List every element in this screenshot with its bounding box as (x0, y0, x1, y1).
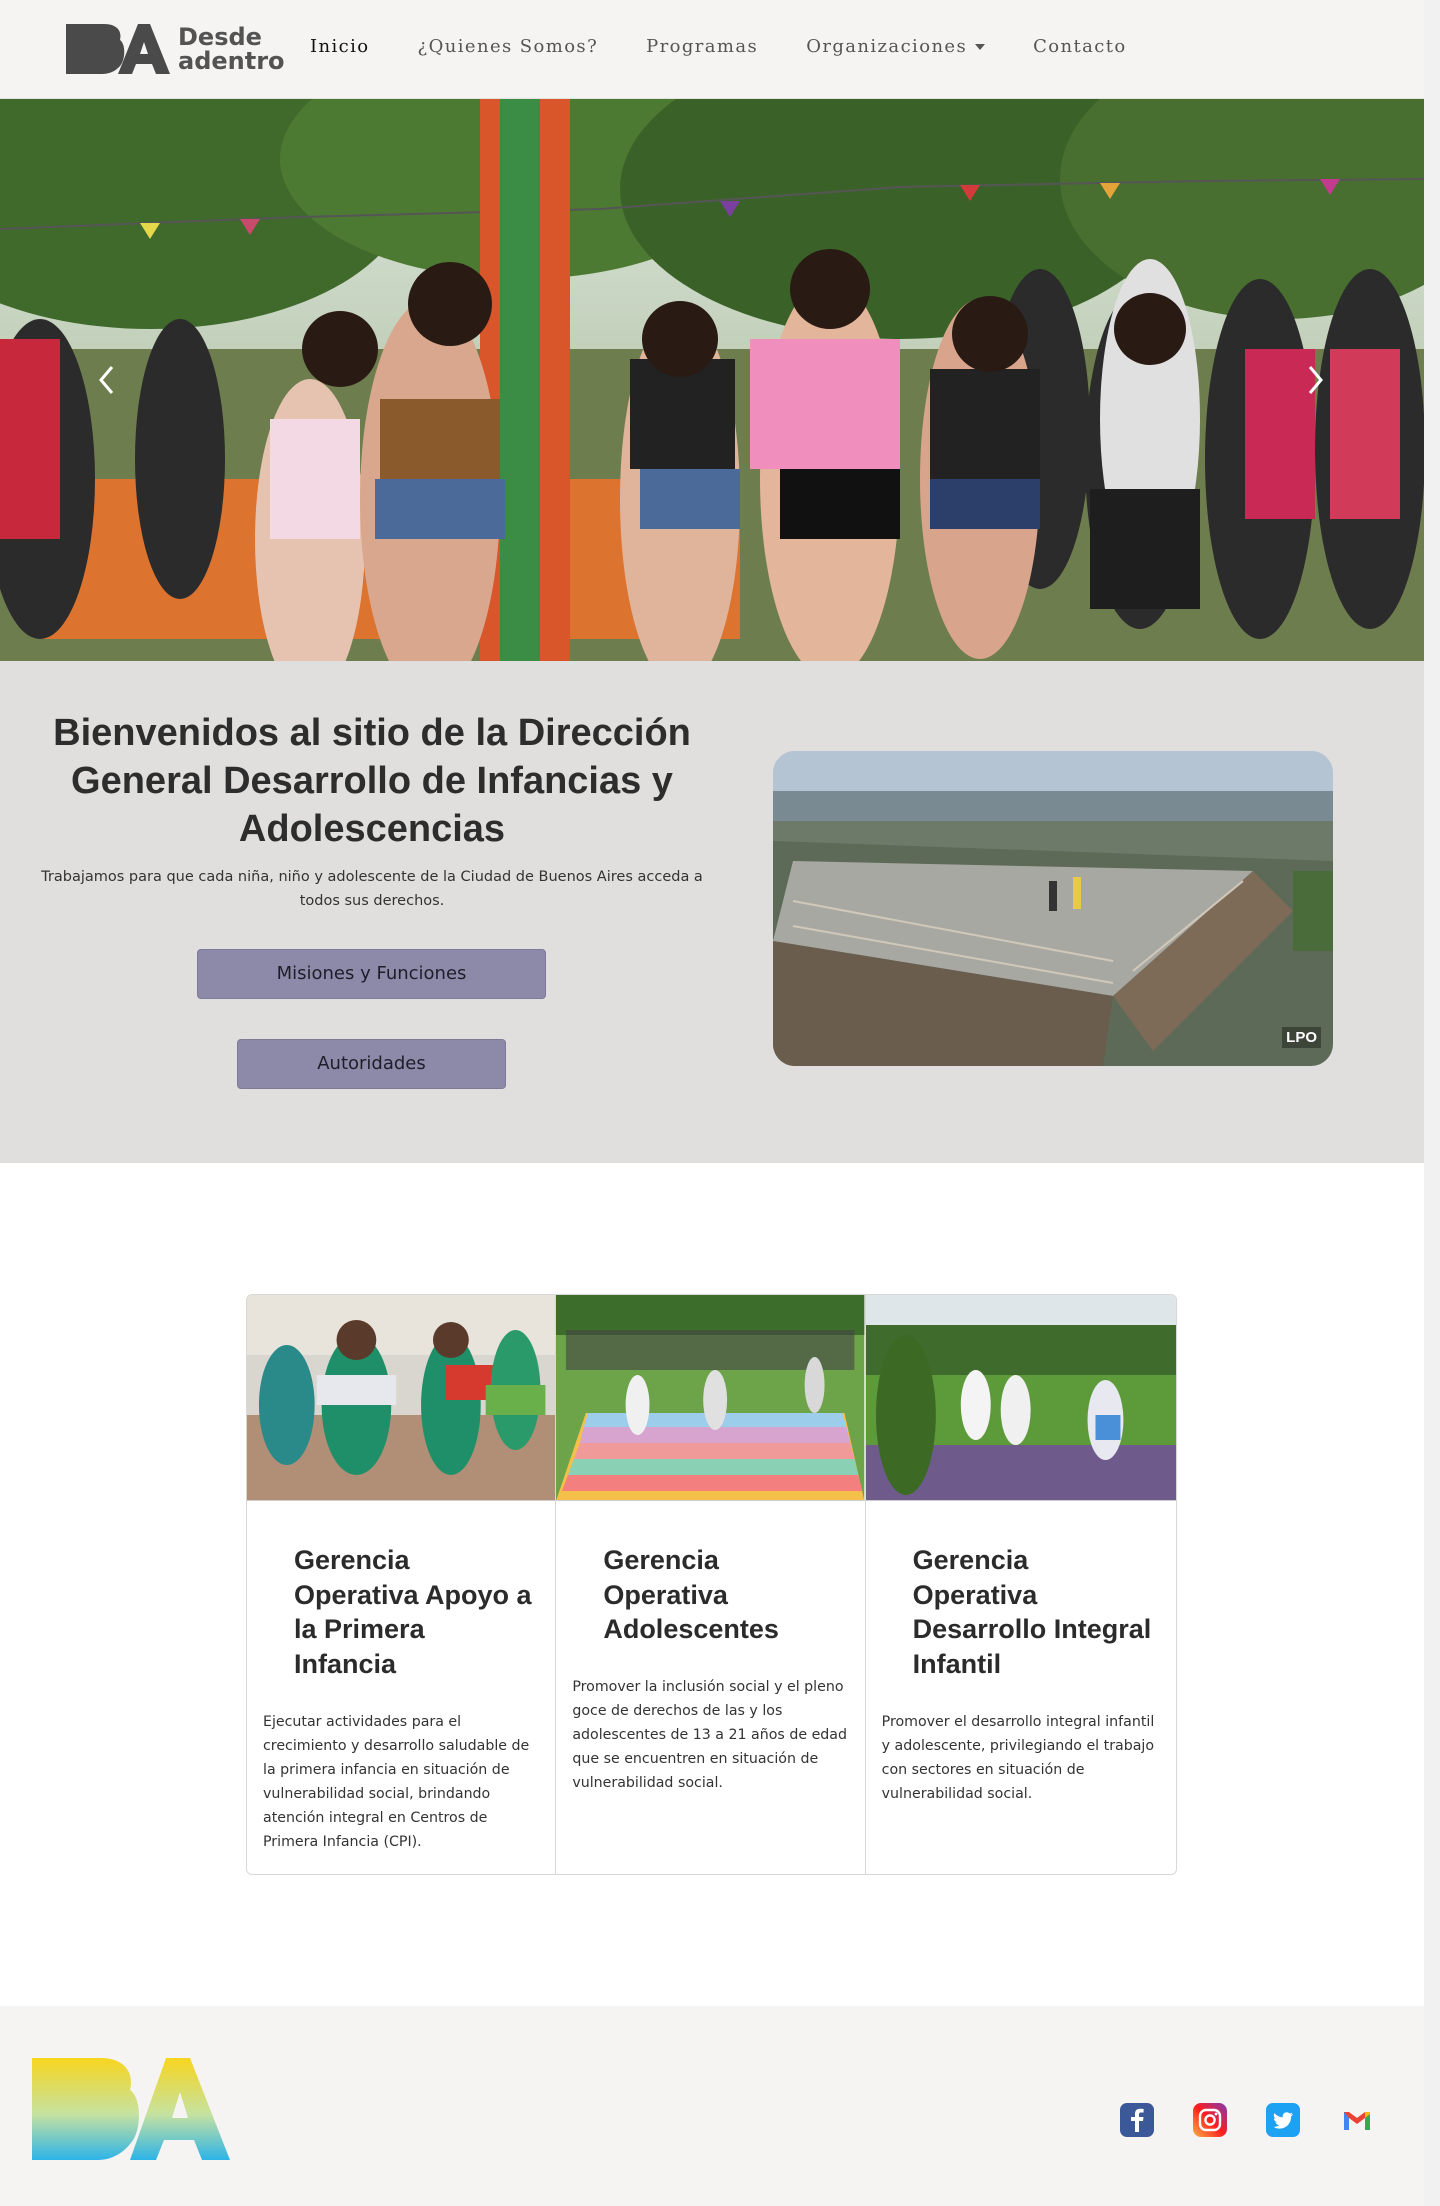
welcome-subtitle: Trabajamos para que cada niña, niño y ad… (41, 869, 703, 909)
card-title: Gerencia Operativa Apoyo a la Primera In… (294, 1545, 532, 1679)
card-primera-infancia[interactable]: Gerencia Operativa Apoyo a la Primera In… (247, 1295, 557, 1874)
construction-image (773, 751, 1333, 1066)
image-watermark: LPO (1282, 1027, 1321, 1048)
card-adolescentes[interactable]: Gerencia Operativa Adolescentes Promover… (556, 1295, 866, 1874)
carousel-slide-image (0, 99, 1424, 661)
carousel-next-button[interactable] (1280, 99, 1350, 661)
facebook-icon[interactable] (1120, 2103, 1154, 2137)
nav-link-organizaciones-label: Organizaciones (806, 36, 968, 57)
nav-link-contacto[interactable]: Contacto (1033, 36, 1127, 57)
nav-links: Inicio ¿Quienes Somos? Programas Organiz… (310, 36, 1175, 57)
ba-logo-icon[interactable] (30, 2052, 232, 2166)
brand-line2: adentro (178, 47, 285, 75)
dropdown-caret-icon (975, 44, 986, 50)
card-image (865, 1295, 1176, 1501)
chevron-right-icon (1308, 366, 1323, 394)
brand-line1: Desde (178, 23, 262, 51)
missions-button[interactable]: Misiones y Funciones (197, 949, 546, 999)
program-cards: Gerencia Operativa Apoyo a la Primera In… (246, 1294, 1177, 1875)
page-title: Bienvenidos al sitio de la Dirección Gen… (53, 712, 691, 850)
card-title: Gerencia Operativa Adolescentes (603, 1545, 779, 1644)
construction-photo: LPO (773, 751, 1333, 1066)
welcome-section: Bienvenidos al sitio de la Dirección Gen… (0, 661, 1424, 1163)
nav-link-programas[interactable]: Programas (646, 36, 758, 57)
footer (0, 2006, 1424, 2206)
card-desarrollo-integral[interactable]: Gerencia Operativa Desarrollo Integral I… (865, 1295, 1176, 1874)
nav-link-organizaciones[interactable]: Organizaciones (806, 36, 986, 57)
card-description: Promover el desarrollo integral infantil… (881, 1714, 1155, 1802)
nav-link-quienes-somos[interactable]: ¿Quienes Somos? (418, 36, 599, 57)
instagram-icon[interactable] (1193, 2103, 1227, 2137)
brand-text: Desde adentro (178, 25, 285, 73)
chevron-left-icon (99, 366, 114, 394)
rainbow-blanket-image (556, 1295, 865, 1500)
card-title: Gerencia Operativa Desarrollo Integral I… (912, 1545, 1152, 1679)
nav-link-inicio[interactable]: Inicio (310, 36, 370, 57)
twitter-icon[interactable] (1266, 2103, 1300, 2137)
card-image (247, 1295, 556, 1501)
carousel-prev-button[interactable] (72, 99, 142, 661)
hero-carousel (0, 99, 1424, 661)
garden-kids-image (865, 1295, 1176, 1500)
card-description: Promover la inclusión social y el pleno … (572, 1679, 848, 1791)
vertical-scrollbar[interactable] (1424, 0, 1440, 2206)
brand-logo[interactable]: Desde adentro (64, 20, 285, 78)
gmail-icon[interactable] (1340, 2103, 1374, 2137)
card-image (556, 1295, 865, 1501)
card-description: Ejecutar actividades para el crecimiento… (263, 1714, 530, 1850)
authorities-button[interactable]: Autoridades (237, 1039, 506, 1089)
ba-logo-icon (66, 24, 170, 74)
children-playing-image (247, 1295, 556, 1500)
navbar: Desde adentro Inicio ¿Quienes Somos? Pro… (0, 0, 1424, 99)
